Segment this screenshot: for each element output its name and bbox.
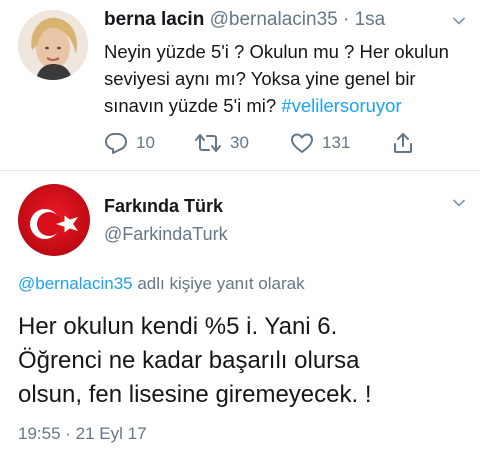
- author-name[interactable]: Farkında Türk: [104, 196, 223, 217]
- tweet-reply-detail: Farkında Türk @FarkindaTurk @bernalacin3…: [0, 172, 480, 462]
- author-handle[interactable]: @FarkindaTurk: [104, 224, 228, 245]
- heart-icon: [291, 133, 313, 153]
- tweet-parent: berna lacin @bernalacin35 · 1sa Neyin yü…: [0, 0, 480, 168]
- tweet-text-line: olsun, fen lisesine giremeyecek. !: [18, 381, 372, 408]
- author-name[interactable]: berna lacin: [104, 9, 204, 30]
- share-icon: [394, 133, 412, 153]
- author-handle[interactable]: @bernalacin35: [210, 9, 338, 30]
- reply-context-text: adlı kişiye yanıt olarak: [132, 274, 305, 293]
- tweet-text-line: Öğrenci ne kadar başarılı olursa: [18, 347, 360, 374]
- reply-mention-link[interactable]: @bernalacin35: [18, 274, 133, 293]
- avatar-berna-lacin[interactable]: [18, 10, 88, 80]
- like-button[interactable]: 131: [290, 130, 350, 156]
- reply-button[interactable]: 10: [104, 130, 155, 156]
- avatar-photo: [18, 10, 88, 80]
- tweet-header: berna lacin @bernalacin35 · 1sa: [104, 8, 385, 32]
- tweet-actions: 10 30 131: [104, 130, 474, 156]
- reply-count: 10: [136, 133, 155, 152]
- chevron-down-icon[interactable]: [452, 14, 466, 28]
- share-button[interactable]: [392, 130, 414, 156]
- avatar-farkinda-turk[interactable]: [18, 184, 90, 256]
- tweet-divider: [0, 170, 480, 171]
- reply-context: @bernalacin35 adlı kişiye yanıt olarak: [18, 274, 305, 294]
- tweet-text: Her okulun kendi %5 i. Yani 6. Öğrenci n…: [18, 310, 473, 412]
- tweet-text-line: Her okulun kendi %5 i. Yani 6.: [18, 313, 338, 340]
- retweet-button[interactable]: 30: [194, 130, 249, 156]
- tweet-text: Neyin yüzde 5'i ? Okulun mu ? Her okulun…: [104, 38, 474, 119]
- tweet-time[interactable]: 1sa: [355, 9, 386, 30]
- hashtag-link[interactable]: #velilersoruyor: [281, 95, 401, 116]
- reply-icon: [105, 133, 127, 154]
- retweet-count: 30: [230, 133, 249, 152]
- header-separator: ·: [342, 9, 350, 30]
- chevron-down-icon[interactable]: [452, 196, 466, 210]
- tweet-timestamp[interactable]: 19:55 · 21 Eyl 17: [18, 424, 147, 444]
- turkish-flag-avatar: [18, 184, 90, 256]
- like-count: 131: [322, 133, 351, 152]
- retweet-icon: [195, 134, 221, 152]
